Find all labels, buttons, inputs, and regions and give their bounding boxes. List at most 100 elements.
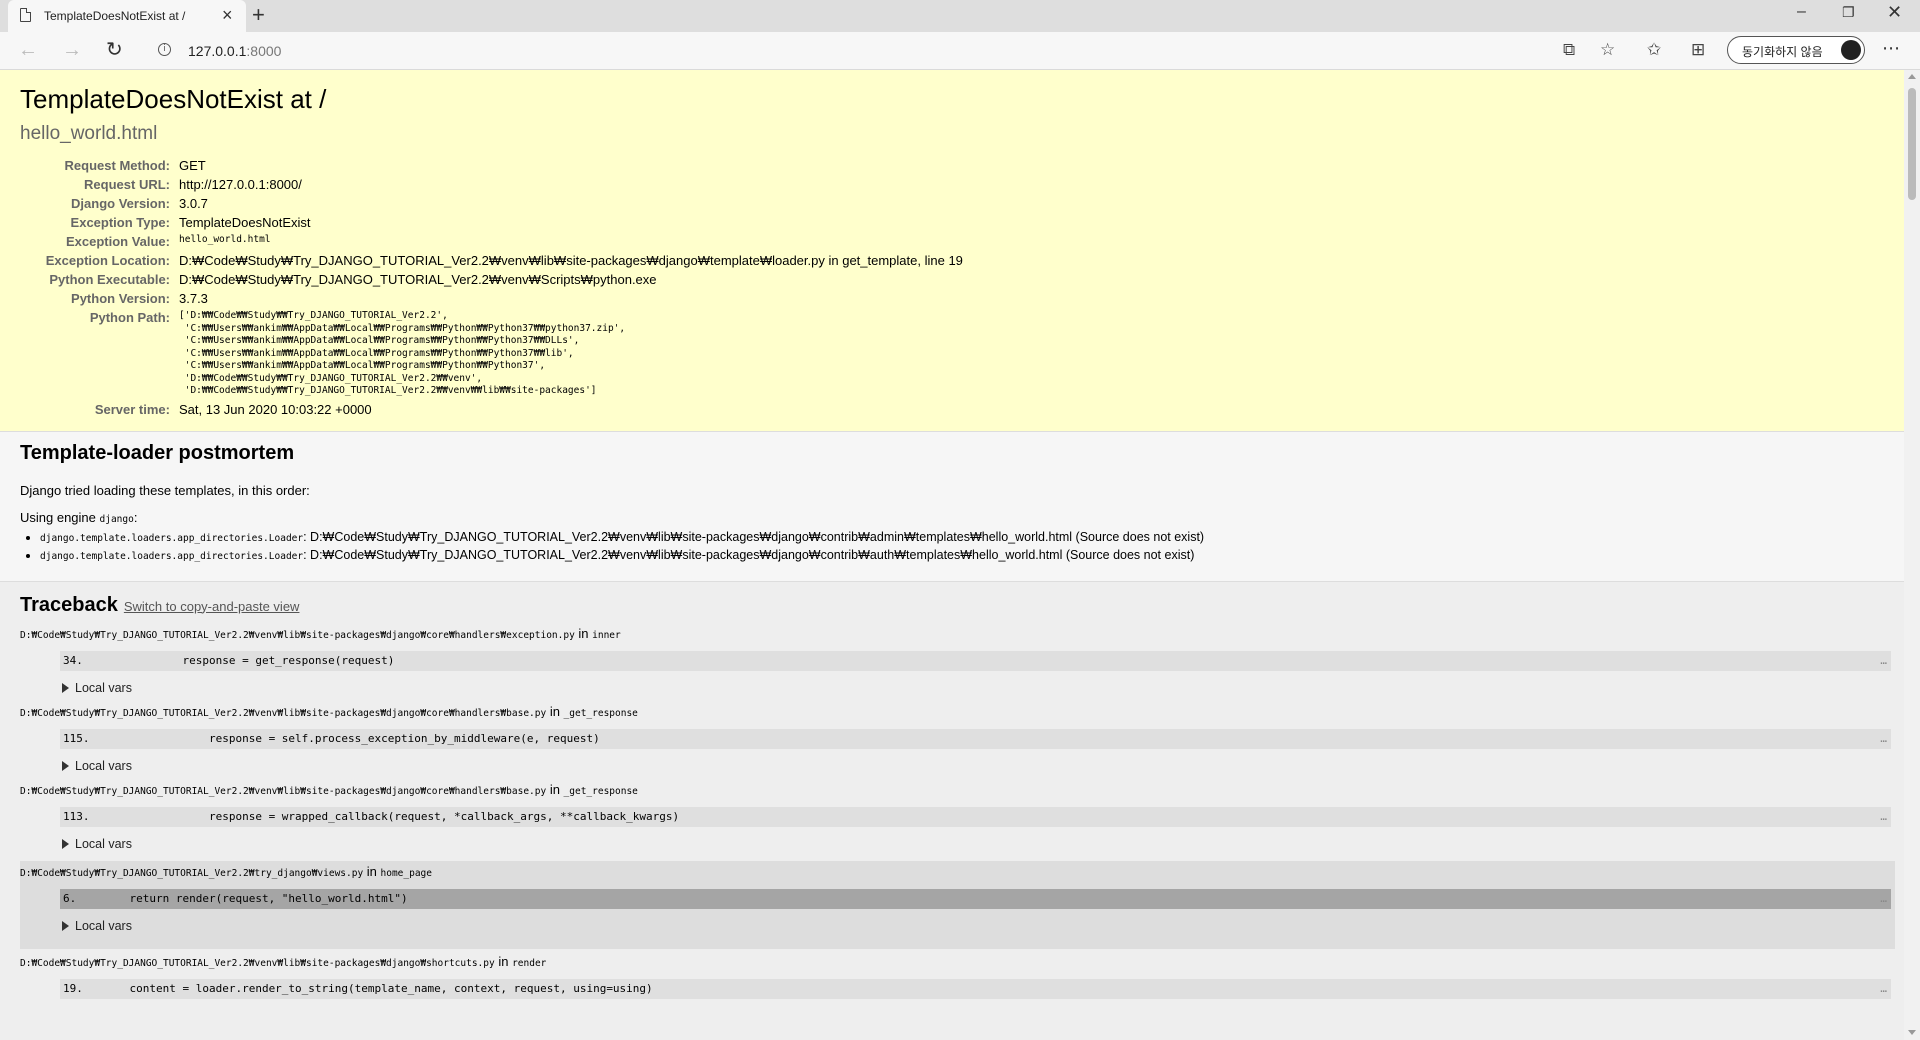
meta-value: ['D:₩₩Code₩₩Study₩₩Try_DJANGO_TUTORIAL_V…: [179, 308, 963, 400]
expand-context-icon[interactable]: …: [1880, 651, 1887, 671]
scroll-up-icon[interactable]: [1908, 74, 1916, 79]
expand-context-icon[interactable]: …: [1880, 889, 1887, 909]
favorites-list-icon[interactable]: ✩: [1647, 40, 1661, 60]
expand-triangle-icon: [62, 760, 69, 771]
local-vars-label: Local vars: [75, 836, 132, 851]
frame-function: render: [512, 957, 547, 969]
browser-tab[interactable]: TemplateDoesNotExist at / ×: [8, 0, 246, 32]
frame-function: _get_response: [563, 707, 638, 719]
meta-value: D:₩Code₩Study₩Try_DJANGO_TUTORIAL_Ver2.2…: [179, 272, 657, 287]
traceback-frame: D:₩Code₩Study₩Try_DJANGO_TUTORIAL_Ver2.2…: [20, 703, 1891, 773]
frame-location: D:₩Code₩Study₩Try_DJANGO_TUTORIAL_Ver2.2…: [20, 781, 1884, 799]
page-title: TemplateDoesNotExist at /: [20, 84, 327, 114]
expand-context-icon[interactable]: …: [1880, 807, 1887, 827]
frame-filename: D:₩Code₩Study₩Try_DJANGO_TUTORIAL_Ver2.2…: [20, 957, 495, 969]
traceback-frame-user: D:₩Code₩Study₩Try_DJANGO_TUTORIAL_Ver2.2…: [20, 860, 1895, 949]
read-aloud-icon[interactable]: ⧉: [1563, 40, 1575, 60]
meta-value: hello_world.html: [179, 234, 271, 245]
favorite-star-icon[interactable]: ☆: [1600, 40, 1615, 60]
profile-button[interactable]: 동기화하지 않음: [1727, 36, 1865, 64]
reload-icon[interactable]: ↻: [106, 38, 123, 62]
new-tab-icon[interactable]: +: [252, 2, 265, 28]
local-vars-label: Local vars: [75, 680, 132, 695]
close-tab-icon[interactable]: ×: [222, 5, 233, 25]
vertical-scrollbar[interactable]: [1904, 70, 1920, 1040]
traceback-title: Traceback: [20, 593, 118, 616]
meta-label: Request Method:: [64, 158, 170, 173]
frame-in: in: [546, 781, 564, 797]
loader-heading: Template-loader postmortem: [20, 441, 295, 464]
list-item: django.template.loaders.app_directories.…: [40, 547, 1884, 565]
frame-filename: D:₩Code₩Study₩Try_DJANGO_TUTORIAL_Ver2.2…: [20, 867, 364, 879]
local-vars-toggle[interactable]: Local vars: [62, 681, 1884, 695]
meta-row: Request Method: GET: [20, 156, 963, 175]
meta-label: Request URL:: [84, 177, 170, 192]
forward-icon[interactable]: →: [62, 38, 82, 62]
context-line[interactable]: 6. return render(request, "hello_world.h…: [60, 888, 1891, 909]
frame-in: in: [574, 625, 593, 641]
collections-icon[interactable]: ⊞: [1691, 40, 1705, 60]
frame-location: D:₩Code₩Study₩Try_DJANGO_TUTORIAL_Ver2.2…: [20, 953, 1884, 971]
frame-location: D:₩Code₩Study₩Try_DJANGO_TUTORIAL_Ver2.2…: [20, 864, 1895, 881]
back-icon[interactable]: ←: [18, 38, 38, 62]
code-text: return render(request, "hello_world.html…: [103, 891, 408, 905]
frame-in: in: [494, 953, 513, 969]
local-vars-toggle[interactable]: Local vars: [62, 919, 1895, 933]
local-vars-toggle[interactable]: Local vars: [62, 837, 1884, 851]
loader-class: django.template.loaders.app_directories.…: [40, 532, 304, 544]
frame-location: D:₩Code₩Study₩Try_DJANGO_TUTORIAL_Ver2.2…: [20, 703, 1884, 721]
scroll-down-icon[interactable]: [1908, 1030, 1916, 1035]
frame-in: in: [546, 703, 564, 719]
meta-row: Request URL: http://127.0.0.1:8000/: [20, 175, 963, 194]
minimize-icon[interactable]: –: [1797, 4, 1806, 20]
more-options-icon[interactable]: ⋯: [1882, 38, 1900, 59]
loader-path: : D:₩Code₩Study₩Try_DJANGO_TUTORIAL_Ver2…: [303, 547, 1195, 562]
line-number: 113.: [63, 809, 90, 823]
meta-label: Exception Value:: [65, 234, 170, 249]
scrollbar-thumb[interactable]: [1908, 88, 1916, 200]
line-number: 34.: [63, 653, 83, 667]
expand-context-icon[interactable]: …: [1880, 729, 1887, 749]
context-line[interactable]: 115. response = self.process_exception_b…: [60, 728, 1891, 749]
meta-value: Sat, 13 Jun 2020 10:03:22 +0000: [179, 401, 372, 417]
meta-value: D:₩Code₩Study₩Try_DJANGO_TUTORIAL_Ver2.2…: [179, 253, 963, 268]
code-text: response = self.process_exception_by_mid…: [103, 731, 600, 745]
url-port: :8000: [246, 43, 282, 59]
meta-row: Server time: Sat, 13 Jun 2020 10:03:22 +0…: [20, 400, 963, 419]
restore-icon[interactable]: ❐: [1842, 4, 1855, 20]
local-vars-label: Local vars: [75, 918, 132, 933]
traceback-frame: D:₩Code₩Study₩Try_DJANGO_TUTORIAL_Ver2.2…: [20, 625, 1891, 695]
traceback-frame: D:₩Code₩Study₩Try_DJANGO_TUTORIAL_Ver2.2…: [20, 781, 1891, 851]
context-line[interactable]: 19. content = loader.render_to_string(te…: [60, 978, 1891, 999]
expand-context-icon[interactable]: …: [1880, 979, 1887, 999]
loader-path: : D:₩Code₩Study₩Try_DJANGO_TUTORIAL_Ver2…: [303, 529, 1205, 544]
avatar: [1841, 40, 1861, 60]
close-window-icon[interactable]: ✕: [1887, 3, 1902, 21]
address-bar[interactable]: 127.0.0.1:8000: [188, 43, 281, 59]
code-text: content = loader.render_to_string(templa…: [103, 981, 653, 995]
meta-label: Python Version:: [71, 291, 170, 306]
engine-name: django: [99, 513, 134, 525]
traceback-frame: D:₩Code₩Study₩Try_DJANGO_TUTORIAL_Ver2.2…: [20, 953, 1891, 999]
tab-bar: TemplateDoesNotExist at / × + – ❐ ✕: [0, 0, 1920, 32]
frame-location: D:₩Code₩Study₩Try_DJANGO_TUTORIAL_Ver2.2…: [20, 625, 1884, 643]
local-vars-label: Local vars: [75, 758, 132, 773]
frame-filename: D:₩Code₩Study₩Try_DJANGO_TUTORIAL_Ver2.2…: [20, 629, 575, 641]
site-info-icon[interactable]: i: [158, 43, 171, 56]
local-vars-toggle[interactable]: Local vars: [62, 759, 1884, 773]
meta-row: Python Executable: D:₩Code₩Study₩Try_DJAN…: [20, 270, 963, 289]
context-line[interactable]: 34. response = get_response(request)…: [60, 650, 1891, 671]
frame-function: home_page: [380, 867, 432, 879]
loader-intro: Django tried loading these templates, in…: [20, 482, 310, 498]
meta-value: GET: [179, 158, 206, 173]
exception-value-heading: hello_world.html: [20, 123, 158, 144]
frame-function: _get_response: [563, 785, 638, 797]
meta-label: Django Version:: [71, 196, 170, 211]
copy-paste-view-link[interactable]: Switch to copy-and-paste view: [124, 599, 300, 614]
engine-prefix: Using engine: [20, 509, 100, 525]
line-number: 19.: [63, 981, 83, 995]
context-line[interactable]: 113. response = wrapped_callback(request…: [60, 806, 1891, 827]
meta-row: Python Version: 3.7.3: [20, 289, 963, 308]
meta-label: Python Executable:: [49, 272, 170, 287]
meta-row: Python Path: ['D:₩₩Code₩₩Study₩₩Try_DJANG…: [20, 308, 963, 400]
